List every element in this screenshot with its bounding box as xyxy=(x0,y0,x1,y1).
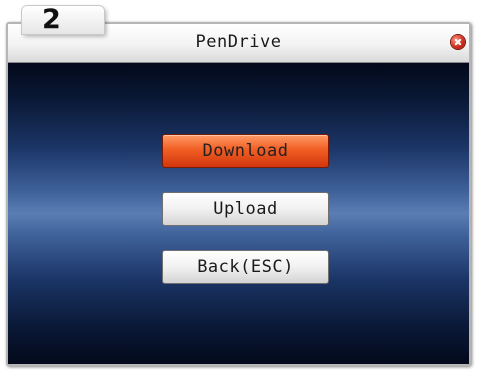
back-button[interactable]: Back(ESC) xyxy=(162,250,329,284)
window-title: PenDrive xyxy=(195,32,282,52)
step-badge: 2 xyxy=(22,4,104,35)
close-icon[interactable] xyxy=(451,35,465,49)
stage: 2 PenDrive Download Upload Back(ESC) xyxy=(0,0,477,372)
menu-panel: Download Upload Back(ESC) xyxy=(8,63,469,364)
download-button[interactable]: Download xyxy=(162,134,329,168)
device-screen: PenDrive Download Upload Back(ESC) xyxy=(6,22,471,366)
step-number: 2 xyxy=(42,4,61,35)
upload-button[interactable]: Upload xyxy=(162,192,329,226)
